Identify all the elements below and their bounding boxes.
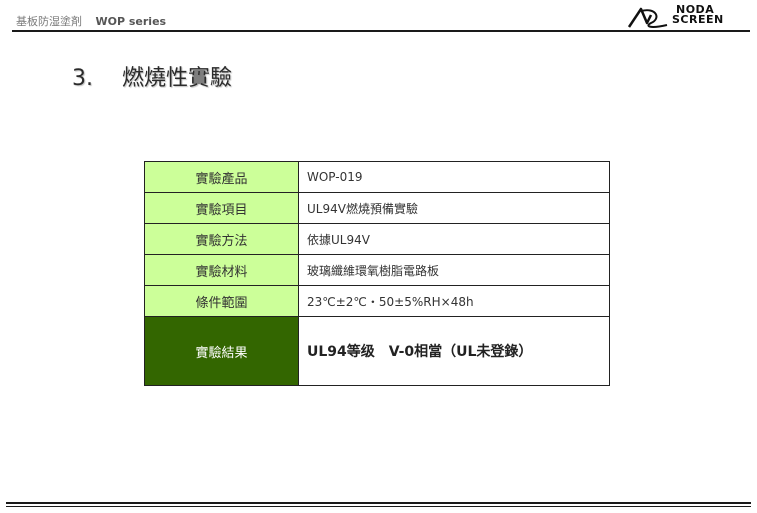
header-breadcrumb: 基板防湿塗剤 WOP series [16,13,166,29]
row-label-item: 實驗項目 [144,192,299,224]
row-value-material: 玻璃纖維環氧樹脂電路板 [298,254,610,286]
footer-divider-thin [6,506,751,507]
section-title: 燃燒性實驗 [122,66,233,91]
table-row: 實驗材料 玻璃纖維環氧樹脂電路板 [144,254,610,286]
test-spec-table: 實驗產品 WOP-019 實驗項目 UL94V燃燒預備實驗 實驗方法 依據UL9… [144,161,610,386]
row-value-item: UL94V燃燒預備實驗 [298,192,610,224]
table-row-result: 實驗結果 UL94等级 V-0相當（UL未登錄） [144,316,610,386]
row-value-result: UL94等级 V-0相當（UL未登錄） [298,316,610,386]
row-value-method: 依據UL94V [298,223,610,255]
table-row: 實驗方法 依據UL94V [144,223,610,255]
row-label-conditions: 條件範圍 [144,285,299,317]
row-label-material: 實驗材料 [144,254,299,286]
row-value-product: WOP-019 [298,161,610,193]
header-category: 基板防湿塗剤 [16,15,82,28]
page-title: 3. 燃燒性實驗 [72,60,232,92]
row-label-method: 實驗方法 [144,223,299,255]
row-value-conditions: 23℃±2℃・50±5%RH×48h [298,285,610,317]
header-divider [12,30,750,32]
row-label-product: 實驗產品 [144,161,299,193]
logo-wordmark: NODA SCREEN [672,4,724,26]
footer-divider [6,502,751,504]
section-number: 3. [72,66,93,91]
logo-line-2: SCREEN [672,13,724,26]
table-row: 條件範圍 23℃±2℃・50±5%RH×48h [144,285,610,317]
header-series: WOP series [95,15,167,28]
table-row: 實驗產品 WOP-019 [144,161,610,193]
row-label-result: 實驗結果 [144,316,299,386]
table-row: 實驗項目 UL94V燃燒預備實驗 [144,192,610,224]
